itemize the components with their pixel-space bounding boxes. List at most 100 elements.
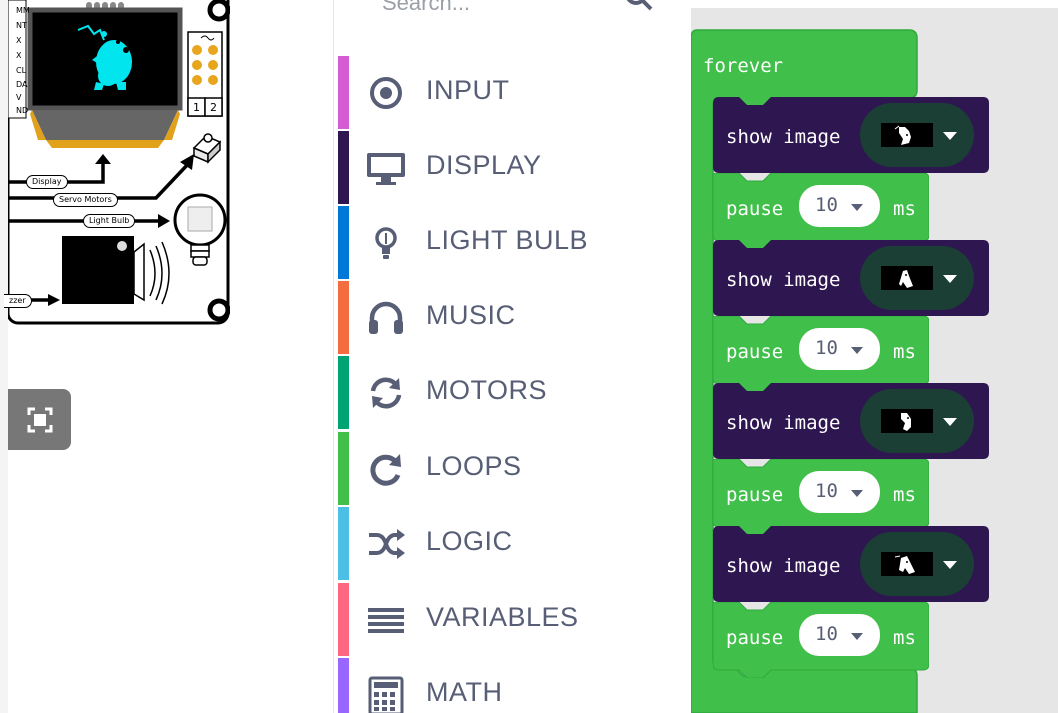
- category-color-bar: [338, 281, 349, 354]
- calculator-icon: [368, 676, 404, 713]
- pause-label: pause: [726, 341, 784, 363]
- shuffle-icon: [369, 529, 405, 559]
- toolbox-category-math[interactable]: MATH: [338, 658, 692, 713]
- blocks-workspace[interactable]: forever show image pause 10 ms show imag…: [691, 0, 1058, 713]
- header-label-2: 2: [210, 101, 217, 114]
- toolbox-category-music[interactable]: MUSIC: [338, 281, 692, 354]
- headphones-icon: [369, 301, 403, 334]
- toolbox-category-motors[interactable]: MOTORS: [338, 356, 692, 429]
- toolbox-category-light-bulb[interactable]: LIGHT BULB: [338, 206, 692, 279]
- fullscreen-icon: [27, 407, 53, 433]
- image-thumbnail: [881, 123, 933, 147]
- search-icon[interactable]: [624, 0, 654, 16]
- pin-label: X: [16, 51, 22, 60]
- header-label-1: 1: [193, 101, 200, 114]
- category-label: DISPLAY: [426, 150, 542, 180]
- category-color-bar: [338, 583, 349, 656]
- show-image-label: show image: [726, 269, 841, 291]
- category-color-bar: [338, 56, 349, 129]
- show-image-label: show image: [726, 412, 841, 434]
- chevron-down-icon: [943, 418, 957, 426]
- pause-duration-value: 10: [815, 337, 838, 359]
- toolbox-category-loops[interactable]: LOOPS: [338, 432, 692, 505]
- pause-unit-label: ms: [893, 484, 916, 506]
- light-bulb-wire-label: Light Bulb: [83, 214, 136, 228]
- show-image-label: show image: [726, 555, 841, 577]
- show-image-block[interactable]: show image: [713, 97, 989, 173]
- image-picker[interactable]: [860, 103, 974, 167]
- pause-label: pause: [726, 627, 784, 649]
- pause-duration-value: 10: [815, 194, 838, 216]
- chevron-down-icon: [851, 490, 863, 497]
- image-thumbnail: [881, 552, 933, 576]
- show-image-block[interactable]: show image: [713, 383, 989, 459]
- pause-duration-dropdown[interactable]: 10: [799, 328, 880, 370]
- category-label: MUSIC: [426, 300, 516, 330]
- show-image-block[interactable]: show image: [713, 240, 989, 316]
- servo-wire-label: Servo Motors: [53, 193, 118, 207]
- display-wire-label: Display: [26, 175, 68, 189]
- toolbox: Search... INPUT DISPLAY LIGHT BULB MUSIC…: [333, 0, 692, 713]
- category-color-bar: [338, 131, 349, 204]
- pause-duration-value: 10: [815, 623, 838, 645]
- refresh-icon: [370, 377, 402, 409]
- category-color-bar: [338, 432, 349, 505]
- toolbox-category-display[interactable]: DISPLAY: [338, 131, 692, 204]
- pause-duration-value: 10: [815, 480, 838, 502]
- toolbox-category-logic[interactable]: LOGIC: [338, 507, 692, 580]
- pause-label: pause: [726, 198, 784, 220]
- category-label: MOTORS: [426, 375, 548, 405]
- monitor-icon: [367, 153, 405, 185]
- simulator-panel: MM NT X X CL DA V ND 1 2 Display Servo M…: [0, 0, 333, 713]
- pause-block[interactable]: pause 10 ms: [713, 173, 929, 249]
- chevron-down-icon: [943, 132, 957, 140]
- category-label: LOOPS: [426, 451, 522, 481]
- category-label: LIGHT BULB: [426, 225, 589, 255]
- pin-label: CL: [16, 66, 27, 75]
- pause-duration-dropdown[interactable]: 10: [799, 614, 880, 656]
- category-color-bar: [338, 356, 349, 429]
- pause-block[interactable]: pause 10 ms: [713, 316, 929, 392]
- image-thumbnail: [881, 409, 933, 433]
- pin-label: DA: [16, 80, 28, 89]
- image-picker[interactable]: [860, 532, 974, 596]
- chevron-down-icon: [851, 204, 863, 211]
- redo-icon: [370, 454, 401, 486]
- category-color-bar: [338, 507, 349, 580]
- target-icon: [370, 77, 402, 109]
- pin-label: MM: [16, 6, 30, 15]
- image-picker[interactable]: [860, 389, 974, 453]
- chevron-down-icon: [851, 347, 863, 354]
- chevron-down-icon: [943, 561, 957, 569]
- image-picker[interactable]: [860, 246, 974, 310]
- pin-label: ND: [16, 106, 29, 115]
- fullscreen-button[interactable]: [8, 389, 71, 450]
- pause-block[interactable]: pause 10 ms: [713, 459, 929, 535]
- chevron-down-icon: [851, 633, 863, 640]
- forever-label: forever: [703, 55, 784, 77]
- pin-label: X: [16, 36, 22, 45]
- toolbox-category-input[interactable]: INPUT: [338, 56, 692, 129]
- pause-unit-label: ms: [893, 627, 916, 649]
- pause-duration-dropdown[interactable]: 10: [799, 185, 880, 227]
- toolbox-category-variables[interactable]: VARIABLES: [338, 583, 692, 656]
- category-label: LOGIC: [426, 526, 513, 556]
- pause-unit-label: ms: [893, 198, 916, 220]
- search-input[interactable]: Search...: [382, 0, 470, 16]
- pause-duration-dropdown[interactable]: 10: [799, 471, 880, 513]
- category-label: MATH: [426, 677, 503, 707]
- pause-unit-label: ms: [893, 341, 916, 363]
- show-image-label: show image: [726, 126, 841, 148]
- category-color-bar: [338, 658, 349, 713]
- pause-block[interactable]: pause 10 ms: [713, 602, 929, 678]
- category-label: VARIABLES: [426, 602, 579, 632]
- board-graphic: [8, 0, 230, 325]
- show-image-block[interactable]: show image: [713, 526, 989, 602]
- category-label: INPUT: [426, 75, 510, 105]
- pin-label-strip: MM NT X X CL DA V ND: [8, 0, 30, 120]
- pin-label: NT: [16, 21, 27, 30]
- pause-label: pause: [726, 484, 784, 506]
- image-thumbnail: [881, 266, 933, 290]
- simulator-edge: [0, 0, 8, 713]
- chevron-down-icon: [943, 275, 957, 283]
